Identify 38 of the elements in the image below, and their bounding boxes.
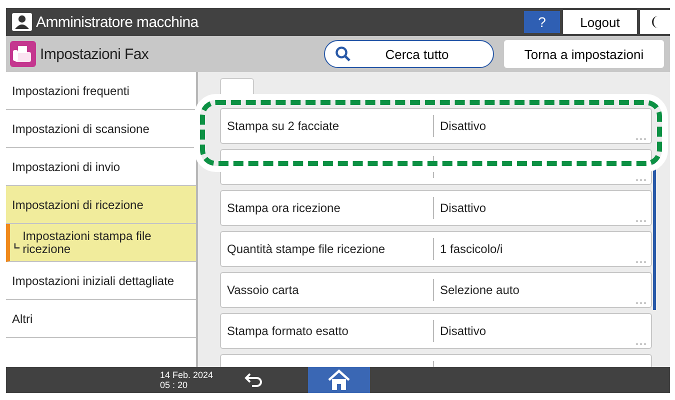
setting-value: Disattivo	[440, 201, 486, 215]
home-button[interactable]	[308, 367, 370, 393]
setting-row[interactable]: Stampa su 2 facciate Disattivo	[220, 108, 652, 144]
user-name: Amministratore macchina	[36, 14, 198, 30]
logout-button[interactable]: Logout	[563, 10, 637, 34]
moon-icon	[650, 15, 660, 29]
home-icon	[327, 369, 351, 391]
setting-value: Disattivo	[440, 119, 486, 133]
setting-row[interactable]: Stampa ora ricezione Disattivo	[220, 190, 652, 226]
sidebar-item[interactable]: Impostazioni di scansione	[6, 110, 196, 148]
back-arrow-icon	[244, 372, 264, 388]
setting-label: Stampa ora ricezione	[227, 201, 340, 215]
help-button[interactable]: ?	[524, 11, 560, 33]
user-icon	[12, 13, 32, 31]
setting-value: 1 fascicolo/i	[440, 242, 503, 256]
time-text: 05 : 20	[160, 380, 189, 390]
setting-row[interactable]: Stampa formato esatto Disattivo	[220, 313, 652, 349]
setting-label: Quantità stampe file ricezione	[227, 242, 386, 256]
date-text: 14 Feb. 2024	[160, 370, 214, 380]
back-to-settings-button[interactable]: Torna a impostazioni	[504, 40, 664, 68]
sidebar-item[interactable]: Impostazioni di ricezione	[6, 186, 196, 224]
setting-value: Selezione auto	[440, 283, 520, 297]
search-icon	[335, 46, 351, 62]
fax-icon	[10, 41, 36, 67]
setting-label: Stampa formato esatto	[227, 324, 348, 338]
setting-value: Disattivo	[440, 324, 486, 338]
corner-icon	[14, 242, 20, 248]
sidebar-item[interactable]: Impostazioni iniziali dettagliate	[6, 262, 196, 300]
setting-label: Stampa su 2 facciate	[227, 119, 340, 133]
sidebar-item[interactable]: Altri	[6, 300, 196, 338]
setting-row[interactable]: Vassoio carta Selezione auto	[220, 272, 652, 308]
screen-title: Impostazioni Fax	[40, 46, 149, 62]
sidebar-item[interactable]: Impostazioni frequenti	[6, 72, 196, 110]
setting-label: Vassoio carta	[227, 283, 299, 297]
night-mode-button[interactable]	[640, 10, 670, 34]
setting-row[interactable]: Quantità stampe file ricezione 1 fascicolo/i	[220, 231, 652, 267]
search-button[interactable]: Cerca tutto	[324, 40, 494, 68]
sidebar-item[interactable]: Impostazioni stampa file ricezione	[6, 224, 196, 262]
